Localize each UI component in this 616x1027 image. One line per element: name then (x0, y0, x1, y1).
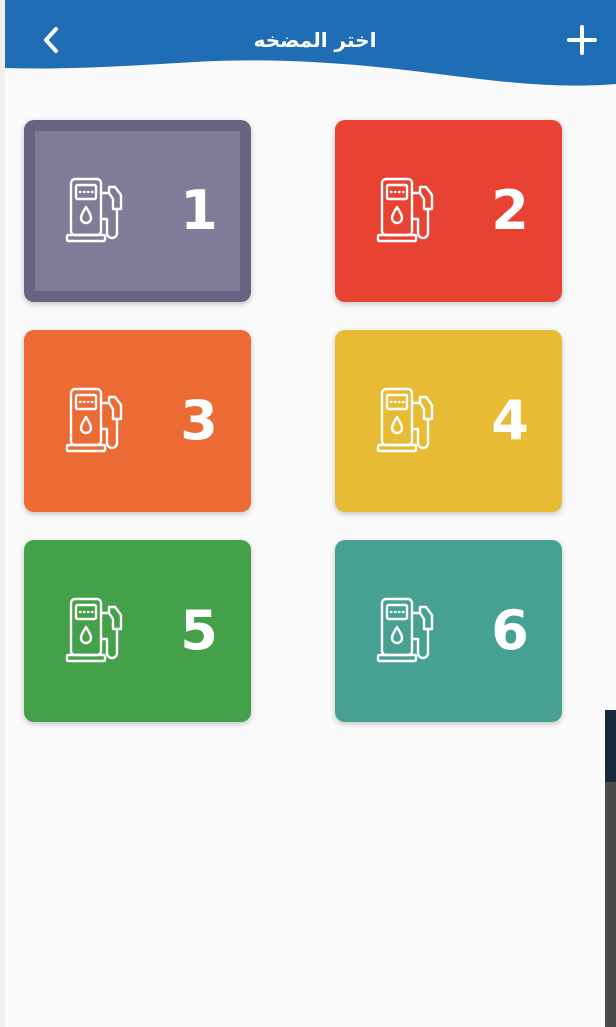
plus-icon (567, 25, 597, 55)
page-title: اختر المضخه (253, 28, 377, 52)
pump-number: 2 (491, 179, 529, 242)
app-header: اختر المضخه (5, 0, 616, 95)
fuel-pump-icon (65, 175, 133, 247)
pump-tile-6[interactable]: 6 (335, 540, 562, 722)
fuel-pump-icon (376, 385, 444, 457)
add-button[interactable] (558, 16, 606, 64)
pump-number: 6 (491, 599, 529, 662)
pump-tile-2[interactable]: 2 (335, 120, 562, 302)
pump-number: 1 (180, 179, 218, 242)
back-button[interactable] (29, 18, 73, 62)
pump-number: 3 (180, 389, 218, 452)
left-edge (0, 0, 5, 1027)
pump-tile-5[interactable]: 5 (24, 540, 251, 722)
pump-tile-1[interactable]: 1 (24, 120, 251, 302)
pump-number: 4 (491, 389, 529, 452)
fuel-pump-icon (65, 385, 133, 457)
side-panel-edge-top (605, 710, 616, 782)
pump-tile-4[interactable]: 4 (335, 330, 562, 512)
fuel-pump-icon (65, 595, 133, 667)
chevron-left-icon (44, 27, 58, 53)
fuel-pump-icon (376, 595, 444, 667)
pump-number: 5 (180, 599, 218, 662)
fuel-pump-icon (376, 175, 444, 247)
pump-tile-3[interactable]: 3 (24, 330, 251, 512)
